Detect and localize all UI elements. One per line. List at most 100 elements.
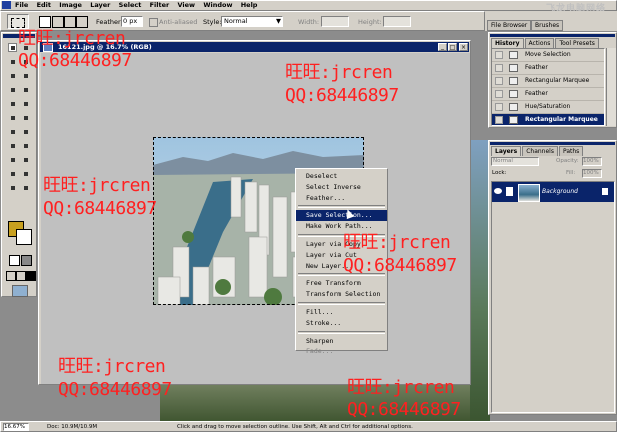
blend-mode-select[interactable]: Normal bbox=[491, 157, 539, 166]
gradient-tool-icon[interactable] bbox=[21, 113, 30, 122]
menu-item-stroke[interactable]: Stroke... bbox=[296, 318, 387, 329]
snapshot-source-icon[interactable] bbox=[495, 116, 503, 124]
height-input[interactable] bbox=[383, 16, 411, 27]
menu-window[interactable]: Window bbox=[203, 1, 232, 10]
menu-edit[interactable]: Edit bbox=[37, 1, 51, 10]
tab-layers[interactable]: Layers bbox=[491, 146, 522, 156]
menu-item-transform-selection[interactable]: Transform Selection bbox=[296, 289, 387, 300]
quick-mask-icon[interactable] bbox=[21, 255, 32, 266]
opacity-input[interactable]: 100% bbox=[582, 157, 602, 166]
history-item[interactable]: Rectangular Marquee bbox=[492, 75, 604, 88]
tab-paths[interactable]: Paths bbox=[558, 146, 584, 156]
background-color-swatch[interactable] bbox=[16, 229, 32, 245]
screen-mode-icon[interactable] bbox=[6, 271, 16, 281]
tab-actions[interactable]: Actions bbox=[524, 38, 555, 48]
watermark-line1: 旺旺:jrcren bbox=[18, 28, 126, 49]
antialiased-checkbox[interactable] bbox=[149, 18, 158, 27]
close-button[interactable]: × bbox=[459, 43, 468, 51]
intersect-selection-icon[interactable] bbox=[76, 16, 88, 28]
eraser-tool-icon[interactable] bbox=[8, 113, 17, 122]
zoom-field[interactable]: 16.67% bbox=[3, 423, 29, 431]
feather-input[interactable]: 0 px bbox=[121, 16, 143, 27]
menu-file[interactable]: File bbox=[15, 1, 28, 10]
hand-tool-icon[interactable] bbox=[8, 183, 17, 192]
menu-item-make-work-path[interactable]: Make Work Path... bbox=[296, 221, 387, 232]
menu-image[interactable]: Image bbox=[59, 1, 82, 10]
add-selection-icon[interactable] bbox=[52, 16, 64, 28]
marquee-tool-icon[interactable] bbox=[8, 43, 17, 52]
menu-item-free-transform[interactable]: Free Transform bbox=[296, 278, 387, 289]
menu-item-save-selection[interactable]: Save Selection... bbox=[296, 210, 387, 222]
history-titlebar bbox=[490, 34, 615, 37]
layer-row-background[interactable]: Background bbox=[492, 182, 614, 202]
brushes-tab[interactable]: Brushes bbox=[531, 20, 564, 31]
maximize-button[interactable]: □ bbox=[448, 43, 457, 51]
subtract-selection-icon[interactable] bbox=[64, 16, 76, 28]
brush-icon[interactable] bbox=[506, 187, 513, 196]
layers-list: Background bbox=[491, 181, 615, 413]
dodge-tool-icon[interactable] bbox=[21, 127, 30, 136]
doc-size[interactable]: Doc: 10.9M/10.9M bbox=[47, 424, 97, 430]
screen-mode-menubar-icon[interactable] bbox=[16, 271, 26, 281]
menu-item-fade[interactable]: Fade... bbox=[296, 346, 387, 357]
minimize-button[interactable]: _ bbox=[438, 43, 447, 51]
history-item[interactable]: Feather bbox=[492, 62, 604, 75]
menu-item-fill[interactable]: Fill... bbox=[296, 307, 387, 318]
watermark-line1: 旺旺:jrcren bbox=[285, 62, 393, 83]
brush-tool-icon[interactable] bbox=[21, 85, 30, 94]
menu-item-sharpen[interactable]: Sharpen bbox=[296, 336, 387, 347]
tab-channels[interactable]: Channels bbox=[522, 146, 558, 156]
crop-tool-icon[interactable] bbox=[8, 71, 17, 80]
tab-tool-presets[interactable]: Tool Presets bbox=[555, 38, 599, 48]
menu-separator bbox=[298, 205, 385, 209]
new-selection-icon[interactable] bbox=[39, 16, 51, 28]
screen-mode-full-icon[interactable] bbox=[26, 271, 36, 281]
clone-stamp-tool-icon[interactable] bbox=[8, 99, 17, 108]
snapshot-source-icon[interactable] bbox=[495, 103, 503, 111]
lasso-tool-icon[interactable] bbox=[8, 57, 17, 66]
fill-input[interactable]: 100% bbox=[582, 169, 602, 178]
history-item-selected[interactable]: Rectangular Marquee bbox=[492, 114, 604, 125]
standard-mode-icon[interactable] bbox=[9, 255, 20, 266]
history-item[interactable]: Move Selection bbox=[492, 49, 604, 62]
type-tool-icon[interactable] bbox=[21, 141, 30, 150]
path-selection-tool-icon[interactable] bbox=[8, 141, 17, 150]
snapshot-source-icon[interactable] bbox=[495, 90, 503, 98]
menu-item-feather[interactable]: Feather... bbox=[296, 193, 387, 204]
menu-help[interactable]: Help bbox=[241, 1, 258, 10]
jump-to-imageready-icon[interactable] bbox=[12, 285, 28, 297]
eyedropper-tool-icon[interactable] bbox=[21, 169, 30, 178]
layer-name[interactable]: Background bbox=[542, 188, 578, 195]
width-input[interactable] bbox=[321, 16, 349, 27]
menu-view[interactable]: View bbox=[177, 1, 195, 10]
healing-brush-tool-icon[interactable] bbox=[8, 85, 17, 94]
menu-select[interactable]: Select bbox=[119, 1, 142, 10]
snapshot-source-icon[interactable] bbox=[495, 77, 503, 85]
menu-item-deselect[interactable]: Deselect bbox=[296, 171, 387, 182]
height-label: Height: bbox=[358, 18, 382, 26]
history-item[interactable]: Feather bbox=[492, 88, 604, 101]
blend-mode-value: Normal bbox=[493, 158, 513, 164]
tab-history[interactable]: History bbox=[491, 38, 524, 48]
history-item[interactable]: Hue/Saturation bbox=[492, 101, 604, 114]
pen-tool-icon[interactable] bbox=[8, 155, 17, 164]
slice-tool-icon[interactable] bbox=[21, 71, 30, 80]
snapshot-source-icon[interactable] bbox=[495, 64, 503, 72]
zoom-tool-icon[interactable] bbox=[21, 183, 30, 192]
shape-tool-icon[interactable] bbox=[21, 155, 30, 164]
menu-filter[interactable]: Filter bbox=[150, 1, 170, 10]
menu-item-select-inverse[interactable]: Select Inverse bbox=[296, 182, 387, 193]
blur-tool-icon[interactable] bbox=[8, 127, 17, 136]
tool-preset-picker[interactable] bbox=[7, 14, 29, 29]
snapshot-source-icon[interactable] bbox=[495, 51, 503, 59]
eye-icon[interactable] bbox=[494, 188, 502, 194]
history-scrollbar[interactable] bbox=[606, 48, 616, 126]
history-brush-tool-icon[interactable] bbox=[21, 99, 30, 108]
history-state-icon bbox=[509, 77, 518, 85]
file-browser-tab[interactable]: File Browser bbox=[487, 20, 532, 31]
style-select[interactable]: Normal ▼ bbox=[221, 16, 283, 27]
notes-tool-icon[interactable] bbox=[8, 169, 17, 178]
watermark-line2: QQ:68446897 bbox=[285, 85, 399, 106]
menu-layer[interactable]: Layer bbox=[90, 1, 110, 10]
layers-tabs: Layers Channels Paths bbox=[491, 146, 584, 156]
